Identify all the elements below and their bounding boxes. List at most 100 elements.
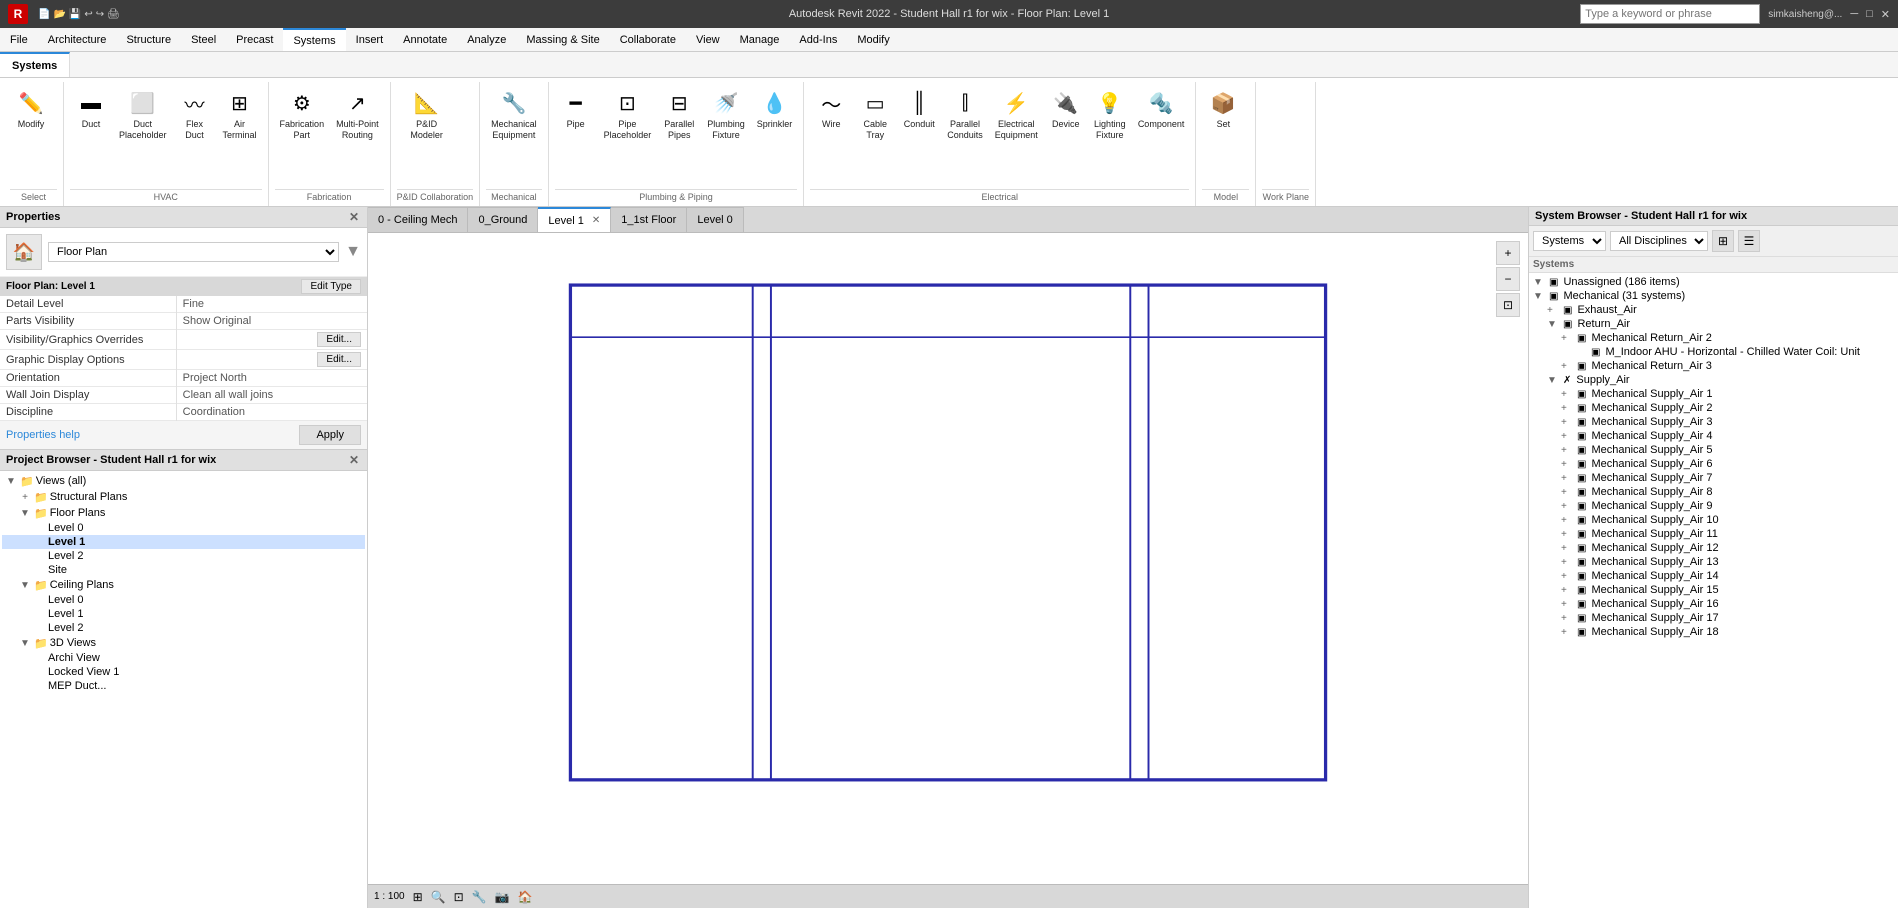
menu-item-analyze[interactable]: Analyze: [457, 28, 516, 51]
project-browser-item[interactable]: Archi View: [2, 651, 365, 665]
sb-expand-icon[interactable]: +: [1561, 515, 1575, 526]
system-browser-item[interactable]: ▼▣Return_Air: [1531, 317, 1896, 331]
sb-expand-icon[interactable]: +: [1561, 473, 1575, 484]
project-browser-tree[interactable]: ▼📁Views (all)+📁Structural Plans▼📁Floor P…: [0, 471, 367, 908]
ribbon-tab-systems[interactable]: Systems: [0, 52, 70, 77]
sb-expand-icon[interactable]: +: [1561, 557, 1575, 568]
zoom-in-button[interactable]: +: [1496, 241, 1520, 265]
expand-icon[interactable]: ▼: [18, 578, 32, 592]
ribbon-btn-parallel-pipes[interactable]: ⊟Parallel Pipes: [658, 84, 700, 144]
ribbon-btn-duct[interactable]: ▬Duct: [70, 84, 112, 133]
view-tab-level-1[interactable]: Level 1✕: [538, 207, 611, 232]
open-icon[interactable]: 📂: [53, 9, 65, 20]
sb-expand-icon[interactable]: +: [1561, 417, 1575, 428]
menu-item-modify[interactable]: Modify: [847, 28, 899, 51]
menu-item-massing---site[interactable]: Massing & Site: [516, 28, 609, 51]
print-icon[interactable]: 🖨: [107, 9, 120, 20]
system-browser-item[interactable]: +▣Mechanical Supply_Air 15: [1531, 583, 1896, 597]
system-browser-item[interactable]: +▣Mechanical Supply_Air 11: [1531, 527, 1896, 541]
ribbon-btn-duct-placeholder[interactable]: ⬜Duct Placeholder: [114, 84, 172, 144]
zoom-out-button[interactable]: −: [1496, 267, 1520, 291]
ribbon-btn-multi-point-routing[interactable]: ↗Multi-Point Routing: [331, 84, 384, 144]
sb-expand-icon[interactable]: +: [1561, 361, 1575, 372]
project-browser-item[interactable]: ▼📁Ceiling Plans: [2, 577, 365, 593]
system-browser-item[interactable]: ▼▣Unassigned (186 items): [1531, 275, 1896, 289]
disciplines-dropdown[interactable]: All Disciplines: [1610, 231, 1708, 251]
apply-button[interactable]: Apply: [299, 425, 361, 445]
menu-item-annotate[interactable]: Annotate: [393, 28, 457, 51]
system-browser-item[interactable]: +▣Mechanical Supply_Air 13: [1531, 555, 1896, 569]
system-browser-item[interactable]: +▣Mechanical Supply_Air 7: [1531, 471, 1896, 485]
system-browser-item[interactable]: +▣Mechanical Supply_Air 12: [1531, 541, 1896, 555]
system-browser-item[interactable]: +▣Mechanical Supply_Air 2: [1531, 401, 1896, 415]
footer-icon-1[interactable]: ⊞: [413, 890, 423, 904]
ribbon-btn-modify[interactable]: ✏️Modify: [10, 84, 52, 133]
sb-expand-icon[interactable]: ▼: [1547, 319, 1561, 330]
menu-item-add-ins[interactable]: Add-Ins: [789, 28, 847, 51]
project-browser-item[interactable]: Locked View 1: [2, 665, 365, 679]
system-browser-item[interactable]: +▣Mechanical Supply_Air 16: [1531, 597, 1896, 611]
project-browser-item[interactable]: ▼📁Views (all): [2, 473, 365, 489]
system-browser-item[interactable]: +▣Mechanical Return_Air 2: [1531, 331, 1896, 345]
menu-item-precast[interactable]: Precast: [226, 28, 283, 51]
sb-expand-icon[interactable]: ▼: [1547, 375, 1561, 386]
system-browser-item[interactable]: +▣Mechanical Supply_Air 8: [1531, 485, 1896, 499]
ribbon-btn-electrical-equipment[interactable]: ⚡Electrical Equipment: [990, 84, 1043, 144]
sb-expand-icon[interactable]: +: [1561, 585, 1575, 596]
sb-expand-icon[interactable]: +: [1547, 305, 1561, 316]
project-browser-item[interactable]: ▼📁3D Views: [2, 635, 365, 651]
menu-item-structure[interactable]: Structure: [116, 28, 181, 51]
system-browser-item[interactable]: ▼✗Supply_Air: [1531, 373, 1896, 387]
system-browser-item[interactable]: ▼▣Mechanical (31 systems): [1531, 289, 1896, 303]
expand-icon[interactable]: ▼: [4, 474, 18, 488]
sb-expand-icon[interactable]: +: [1561, 613, 1575, 624]
save-icon[interactable]: 💾: [69, 9, 81, 20]
ribbon-btn-pipe[interactable]: ━Pipe: [555, 84, 597, 133]
sb-expand-icon[interactable]: +: [1561, 445, 1575, 456]
system-browser-item[interactable]: +▣Mechanical Supply_Air 1: [1531, 387, 1896, 401]
sb-expand-icon[interactable]: +: [1561, 403, 1575, 414]
property-edit-button[interactable]: Edit...: [317, 352, 361, 367]
footer-icon-4[interactable]: 🔧: [472, 890, 487, 904]
footer-icon-3[interactable]: ⊡: [454, 890, 464, 904]
project-browser-item[interactable]: Level 1: [2, 607, 365, 621]
project-browser-item[interactable]: Level 2: [2, 549, 365, 563]
sb-expand-icon[interactable]: +: [1561, 389, 1575, 400]
system-browser-item[interactable]: +▣Mechanical Supply_Air 6: [1531, 457, 1896, 471]
sb-view-btn-2[interactable]: ☰: [1738, 230, 1760, 252]
sb-expand-icon[interactable]: +: [1561, 529, 1575, 540]
system-browser-item[interactable]: +▣Mechanical Supply_Air 17: [1531, 611, 1896, 625]
menu-item-file[interactable]: File: [0, 28, 38, 51]
ribbon-btn-set[interactable]: 📦Set: [1202, 84, 1244, 133]
system-browser-item[interactable]: +▣Mechanical Supply_Air 9: [1531, 499, 1896, 513]
ribbon-btn-flex-duct[interactable]: 〰Flex Duct: [174, 84, 216, 144]
project-browser-item[interactable]: Site: [2, 563, 365, 577]
ribbon-btn-sprinkler[interactable]: 💧Sprinkler: [752, 84, 798, 133]
sb-expand-icon[interactable]: +: [1561, 627, 1575, 638]
system-browser-item[interactable]: ▣M_Indoor AHU - Horizontal - Chilled Wat…: [1531, 345, 1896, 359]
sb-expand-icon[interactable]: +: [1561, 431, 1575, 442]
system-browser-item[interactable]: +▣Mechanical Supply_Air 5: [1531, 443, 1896, 457]
view-tab-0-ground[interactable]: 0_Ground: [468, 207, 538, 232]
ribbon-btn-mechanical-equipment[interactable]: 🔧Mechanical Equipment: [486, 84, 542, 144]
footer-icon-2[interactable]: 🔍: [431, 890, 446, 904]
ribbon-btn-cable-tray[interactable]: ▭Cable Tray: [854, 84, 896, 144]
maximize-button[interactable]: □: [1866, 8, 1873, 20]
system-browser-item[interactable]: +▣Mechanical Supply_Air 3: [1531, 415, 1896, 429]
footer-icon-5[interactable]: 📷: [495, 890, 510, 904]
menu-item-systems[interactable]: Systems: [283, 28, 345, 51]
floor-plan-canvas[interactable]: + − ⊡: [368, 233, 1528, 884]
zoom-fit-button[interactable]: ⊡: [1496, 293, 1520, 317]
redo-icon[interactable]: ↪: [96, 9, 104, 20]
sb-expand-icon[interactable]: ▼: [1533, 291, 1547, 302]
project-browser-item[interactable]: Level 2: [2, 621, 365, 635]
edit-type-button[interactable]: Edit Type: [301, 279, 361, 294]
ribbon-btn-conduit[interactable]: ║Conduit: [898, 84, 940, 133]
project-browser-item[interactable]: +📁Structural Plans: [2, 489, 365, 505]
menu-item-architecture[interactable]: Architecture: [38, 28, 117, 51]
ribbon-btn-pipe-placeholder[interactable]: ⊡Pipe Placeholder: [599, 84, 657, 144]
system-browser-item[interactable]: +▣Exhaust_Air: [1531, 303, 1896, 317]
ribbon-btn-device[interactable]: 🔌Device: [1045, 84, 1087, 133]
system-browser-item[interactable]: +▣Mechanical Return_Air 3: [1531, 359, 1896, 373]
ribbon-btn-pid-modeler[interactable]: 📐P&ID Modeler: [397, 84, 457, 144]
